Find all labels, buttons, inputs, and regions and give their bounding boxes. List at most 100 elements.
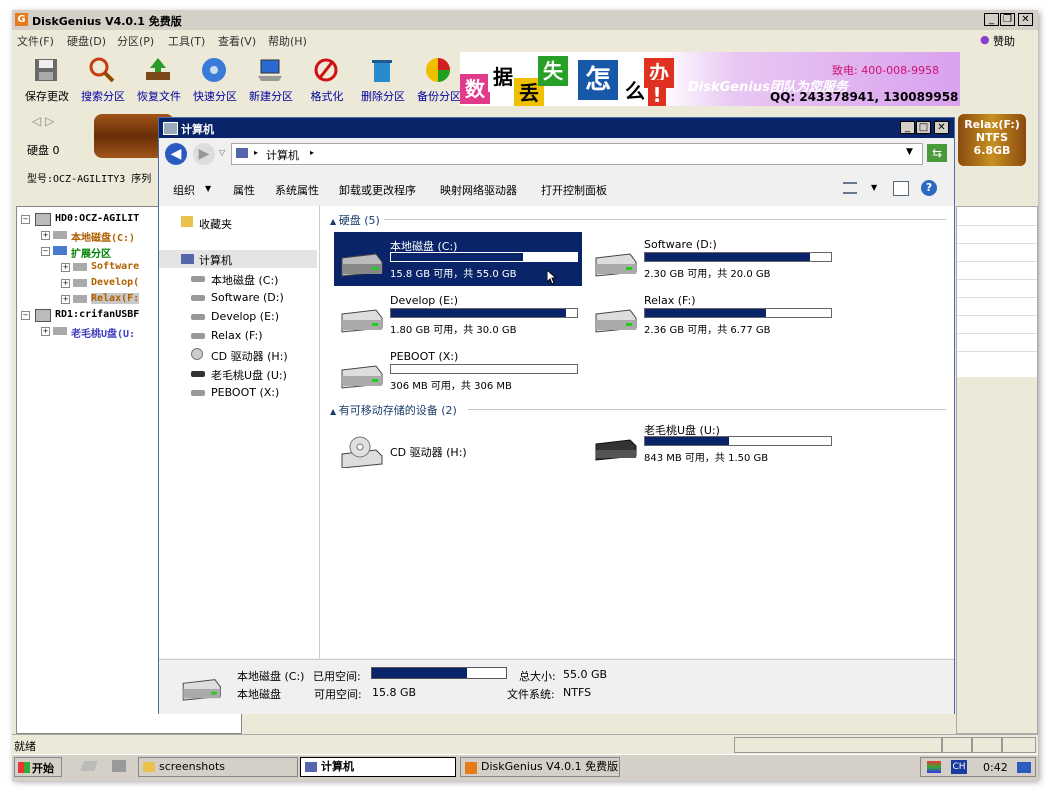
tree-expander[interactable]: − <box>21 215 30 224</box>
preview-pane-icon[interactable] <box>893 181 909 196</box>
nav-drive-u[interactable]: 老毛桃U盘 (U:) <box>211 367 287 383</box>
start-button[interactable]: 开始 <box>14 757 62 777</box>
language-indicator[interactable]: CH <box>951 760 967 774</box>
search-partition-button[interactable]: 搜索分区 <box>76 50 130 104</box>
format-button[interactable]: 格式化 <box>300 50 354 104</box>
menu-help[interactable]: 帮助(H) <box>268 33 307 49</box>
backup-partition-button[interactable]: 备份分区 <box>412 50 466 104</box>
desktop-icon[interactable] <box>1017 762 1031 773</box>
drive-tile-d[interactable]: Software (D:) 2.30 GB 可用，共 20.0 GB <box>588 232 836 286</box>
tree-expander[interactable]: + <box>41 231 50 240</box>
menu-tools[interactable]: 工具(T) <box>168 33 205 49</box>
disk-nav-arrows[interactable]: ◁ ▷ <box>32 114 54 128</box>
explorer-maximize-button[interactable]: □ <box>916 121 931 134</box>
recover-files-button[interactable]: 恢复文件 <box>132 50 186 104</box>
properties-button[interactable]: 属性 <box>233 182 255 198</box>
nav-drive-d[interactable]: Software (D:) <box>211 291 284 304</box>
sponsor-icon: ● <box>980 33 990 46</box>
tree-usb[interactable]: 老毛桃U盘(U: <box>71 325 135 340</box>
breadcrumb-chevron-icon[interactable]: ▸ <box>310 148 314 157</box>
nav-drive-e[interactable]: Develop (E:) <box>211 310 279 323</box>
drive-tile-c[interactable]: 本地磁盘 (C:) 15.8 GB 可用，共 55.0 GB <box>334 232 582 286</box>
view-options-icon[interactable] <box>843 182 857 194</box>
back-button[interactable]: ◀ <box>165 143 187 165</box>
tree-expander[interactable]: − <box>41 247 50 256</box>
navigation-pane: 收藏夹 计算机 本地磁盘 (C:) Software (D:) Develop … <box>159 206 320 658</box>
organize-menu[interactable]: 组织 <box>173 182 195 198</box>
sponsor-link[interactable]: 赞助 <box>993 33 1015 49</box>
nav-drive-c[interactable]: 本地磁盘 (C:) <box>211 272 278 288</box>
new-partition-button[interactable]: 新建分区 <box>244 50 298 104</box>
tree-expander[interactable]: + <box>61 263 70 272</box>
banner-qq: QQ: 243378941, 13008995​8 <box>770 90 959 104</box>
explorer-titlebar[interactable]: 计算机 _ □ ✕ <box>159 118 954 138</box>
usage-fill <box>391 309 566 317</box>
save-changes-button[interactable]: 保存更改 <box>20 50 74 104</box>
diskgenius-titlebar[interactable]: G DiskGenius V4.0.1 免费版 _ ❐ ✕ <box>12 10 1038 30</box>
quick-partition-button[interactable]: 快速分区 <box>188 50 242 104</box>
drive-caption: 1.80 GB 可用，共 30.0 GB <box>390 325 517 336</box>
nav-computer[interactable]: 计算机 <box>199 252 232 268</box>
task-screenshots[interactable]: screenshots <box>138 757 298 777</box>
menu-partition[interactable]: 分区(P) <box>117 33 154 49</box>
group-hdd-header[interactable]: ▲ 硬盘 (5) <box>330 212 380 228</box>
collapse-icon[interactable]: ▲ <box>330 217 339 226</box>
task-computer[interactable]: 计算机 <box>300 757 456 777</box>
history-dropdown-icon[interactable]: ▽ <box>219 148 225 157</box>
tree-hd0[interactable]: HD0:OCZ-AGILIT <box>55 213 139 224</box>
drive-tile-e[interactable]: Develop (E:) 1.80 GB 可用，共 30.0 GB <box>334 288 582 342</box>
system-properties-button[interactable]: 系统属性 <box>275 182 319 198</box>
address-chevron-icon[interactable]: ▸ <box>254 148 258 157</box>
tree-software[interactable]: Software <box>91 261 139 272</box>
nav-favorites[interactable]: 收藏夹 <box>199 216 232 232</box>
delete-partition-button[interactable]: 删除分区 <box>356 50 410 104</box>
minimize-button[interactable]: _ <box>984 13 999 26</box>
tree-extended[interactable]: 扩展分区 <box>71 245 111 260</box>
explorer-minimize-button[interactable]: _ <box>900 121 915 134</box>
clock[interactable]: 0:42 <box>983 761 1008 774</box>
partition-badge[interactable]: Relax(F:) NTFS 6.8GB <box>958 114 1026 166</box>
address-dropdown-icon[interactable]: ▼ <box>906 147 913 157</box>
quicklaunch-eraser-icon[interactable] <box>80 761 98 771</box>
drive-tile-x[interactable]: PEBOOT (X:) 306 MB 可用，共 306 MB <box>334 344 582 398</box>
organize-dropdown-icon[interactable]: ▼ <box>205 184 211 193</box>
tree-expander[interactable]: + <box>61 295 70 304</box>
tree-rd1[interactable]: RD1:crifanUSBF <box>55 309 139 320</box>
ad-banner[interactable]: 数 据 丢 失 怎 么 办 ! DiskGenius团队为您服务 致电: 400… <box>460 52 960 106</box>
menu-view[interactable]: 查看(V) <box>218 33 256 49</box>
menu-disk[interactable]: 硬盘(D) <box>67 33 106 49</box>
monitor-icon[interactable] <box>927 761 941 773</box>
explorer-close-button[interactable]: ✕ <box>934 121 949 134</box>
map-drive-button[interactable]: 映射网络驱动器 <box>440 182 517 198</box>
diskgenius-title: DiskGenius V4.0.1 免费版 <box>32 15 182 28</box>
control-panel-button[interactable]: 打开控制面板 <box>541 182 607 198</box>
task-diskgenius[interactable]: DiskGenius V4.0.1 免费版 <box>460 757 620 777</box>
tree-expander[interactable]: + <box>61 279 70 288</box>
tree-c[interactable]: 本地磁盘(C:) <box>71 229 135 244</box>
help-icon[interactable]: ? <box>921 180 937 196</box>
nav-drive-h[interactable]: CD 驱动器 (H:) <box>211 348 288 364</box>
partition-icon <box>73 263 87 271</box>
tree-expander[interactable]: + <box>41 327 50 336</box>
drive-tile-u[interactable]: 老毛桃U盘 (U:) 843 MB 可用，共 1.50 GB <box>588 416 836 470</box>
refresh-button[interactable]: ⇆ <box>927 144 947 162</box>
tree-relax[interactable]: Relax(F: <box>91 293 140 304</box>
tree-expander[interactable]: − <box>21 311 30 320</box>
menu-file[interactable]: 文件(F) <box>17 33 54 49</box>
address-bar[interactable]: ▸ 计算机 ▸ ▼ <box>231 143 923 165</box>
nav-drive-x[interactable]: PEBOOT (X:) <box>211 386 279 399</box>
nav-drive-f[interactable]: Relax (F:) <box>211 329 262 342</box>
address-breadcrumb[interactable]: 计算机 <box>266 147 299 163</box>
drive-tile-h[interactable]: CD 驱动器 (H:) <box>334 422 582 476</box>
quicklaunch-printer-icon[interactable] <box>112 760 126 772</box>
tree-develop[interactable]: Develop( <box>91 277 139 288</box>
forward-button[interactable]: ▶ <box>193 143 215 165</box>
details-usage-fill <box>372 668 468 678</box>
uninstall-button[interactable]: 卸载或更改程序 <box>339 182 416 198</box>
drive-tile-f[interactable]: Relax (F:) 2.36 GB 可用，共 6.77 GB <box>588 288 836 342</box>
view-dropdown-icon[interactable]: ▼ <box>871 183 877 192</box>
restore-button[interactable]: ❐ <box>1000 13 1015 26</box>
close-button[interactable]: ✕ <box>1018 13 1033 26</box>
group-removable-header[interactable]: ▲ 有可移动存储的设备 (2) <box>330 402 457 418</box>
collapse-icon[interactable]: ▲ <box>330 407 339 416</box>
